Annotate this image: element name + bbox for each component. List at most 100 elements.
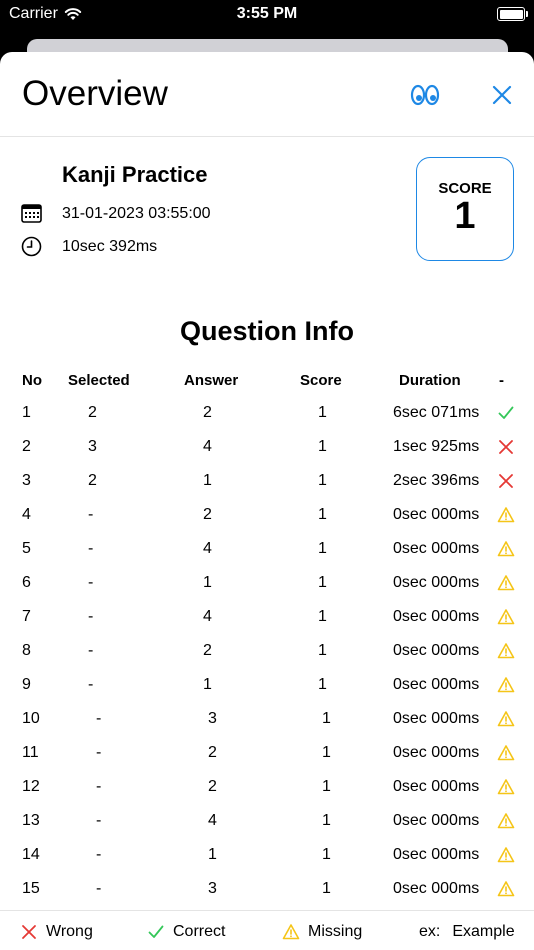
row-duration: 0sec 000ms bbox=[393, 642, 480, 659]
row-selected: - bbox=[88, 642, 94, 659]
row-number: 2 bbox=[22, 438, 31, 455]
warning-icon bbox=[282, 924, 300, 940]
warning-icon bbox=[497, 507, 515, 523]
legend-wrong-label: Wrong bbox=[46, 923, 93, 940]
row-duration: 0sec 000ms bbox=[393, 778, 480, 795]
legend-correct: Correct bbox=[147, 923, 225, 941]
status-bar: Carrier 3:55 PM bbox=[0, 0, 534, 30]
row-selected: - bbox=[96, 710, 102, 727]
battery-icon bbox=[497, 7, 528, 21]
warning-icon bbox=[497, 711, 515, 727]
quiz-name: Kanji Practice bbox=[62, 162, 208, 187]
row-number: 4 bbox=[22, 506, 31, 523]
row-number: 3 bbox=[22, 472, 31, 489]
row-score: 1 bbox=[318, 438, 327, 455]
row-score: 1 bbox=[322, 710, 331, 727]
legend-missing-label: Missing bbox=[308, 923, 363, 940]
row-score: 1 bbox=[318, 574, 327, 591]
row-number: 1 bbox=[22, 404, 31, 421]
status-time: 3:55 PM bbox=[236, 5, 298, 22]
row-answer: 2 bbox=[208, 778, 217, 795]
legend-example-label: Example bbox=[452, 923, 515, 940]
row-selected: - bbox=[88, 676, 94, 693]
row-selected: - bbox=[96, 744, 102, 761]
table-row: 1 2 2 1 6sec 071ms bbox=[0, 396, 534, 430]
row-selected: - bbox=[96, 846, 102, 863]
close-icon[interactable] bbox=[490, 83, 514, 107]
row-duration: 0sec 000ms bbox=[393, 540, 480, 557]
row-number: 5 bbox=[22, 540, 31, 557]
legend-example-key: ex: bbox=[419, 923, 441, 940]
quiz-duration: 10sec 392ms bbox=[62, 238, 158, 255]
wrong-icon bbox=[499, 474, 513, 488]
legend-missing: Missing bbox=[282, 923, 362, 941]
table-row: 12 - 2 1 0sec 000ms bbox=[0, 770, 534, 804]
column-header-answer: Answer bbox=[184, 372, 239, 389]
row-duration: 0sec 000ms bbox=[393, 608, 480, 625]
legend-bar: Wrong Correct Missing ex: Example bbox=[0, 910, 534, 950]
row-score: 1 bbox=[318, 676, 327, 693]
column-header-score: Score bbox=[300, 372, 342, 389]
warning-icon bbox=[497, 745, 515, 761]
row-answer: 1 bbox=[203, 676, 212, 693]
check-icon bbox=[148, 925, 164, 938]
row-score: 1 bbox=[318, 608, 327, 625]
table-row: 13 - 4 1 0sec 000ms bbox=[0, 804, 534, 838]
row-number: 13 bbox=[22, 812, 40, 829]
row-duration: 0sec 000ms bbox=[393, 846, 480, 863]
table-row: 5 - 4 1 0sec 000ms bbox=[0, 532, 534, 566]
row-number: 8 bbox=[22, 642, 31, 659]
row-number: 11 bbox=[22, 744, 39, 761]
row-answer: 1 bbox=[208, 846, 217, 863]
row-duration: 1sec 925ms bbox=[393, 438, 480, 455]
row-answer: 1 bbox=[203, 574, 212, 591]
row-score: 1 bbox=[322, 880, 331, 897]
row-answer: 4 bbox=[203, 608, 212, 625]
row-number: 12 bbox=[22, 778, 40, 795]
table-row: 15 - 3 1 0sec 000ms bbox=[0, 872, 534, 906]
table-row: 3 2 1 1 2sec 396ms bbox=[0, 464, 534, 498]
row-selected: - bbox=[88, 540, 94, 557]
row-selected: - bbox=[88, 506, 94, 523]
row-number: 7 bbox=[22, 608, 31, 625]
column-header-no: No bbox=[22, 372, 42, 389]
clock-icon bbox=[21, 236, 42, 257]
score-card: SCORE 1 bbox=[416, 157, 514, 261]
wrong-icon bbox=[499, 440, 513, 454]
row-duration: 2sec 396ms bbox=[393, 472, 480, 489]
row-selected: - bbox=[96, 778, 102, 795]
row-duration: 0sec 000ms bbox=[393, 574, 480, 591]
warning-icon bbox=[497, 575, 515, 591]
row-number: 14 bbox=[22, 846, 40, 863]
table-row: 8 - 2 1 0sec 000ms bbox=[0, 634, 534, 668]
warning-icon bbox=[497, 813, 515, 829]
row-answer: 3 bbox=[208, 880, 217, 897]
warning-icon bbox=[497, 677, 515, 693]
row-answer: 4 bbox=[208, 812, 217, 829]
row-answer: 4 bbox=[203, 540, 212, 557]
row-answer: 3 bbox=[208, 710, 217, 727]
table-row: 4 - 2 1 0sec 000ms bbox=[0, 498, 534, 532]
row-selected: 3 bbox=[88, 438, 97, 455]
row-answer: 2 bbox=[208, 744, 217, 761]
row-duration: 0sec 000ms bbox=[393, 880, 480, 897]
row-score: 1 bbox=[318, 506, 327, 523]
row-selected: - bbox=[96, 880, 102, 897]
row-duration: 0sec 000ms bbox=[393, 744, 480, 761]
legend-correct-label: Correct bbox=[173, 923, 226, 940]
eyes-icon[interactable] bbox=[410, 83, 440, 107]
row-score: 1 bbox=[318, 642, 327, 659]
row-answer: 4 bbox=[203, 438, 212, 455]
table-row: 11 - 2 1 0sec 000ms bbox=[0, 736, 534, 770]
warning-icon bbox=[497, 643, 515, 659]
row-selected: 2 bbox=[88, 472, 97, 489]
row-number: 15 bbox=[22, 880, 40, 897]
row-score: 1 bbox=[322, 744, 331, 761]
sheet-header: Overview bbox=[0, 52, 534, 137]
overview-sheet: Overview Kanji Practice 31-01-2023 03:55… bbox=[0, 52, 534, 950]
warning-icon bbox=[497, 847, 515, 863]
section-title: Question Info bbox=[180, 316, 354, 346]
legend-wrong: Wrong bbox=[20, 923, 93, 941]
score-value: 1 bbox=[454, 195, 476, 237]
row-answer: 1 bbox=[203, 472, 212, 489]
